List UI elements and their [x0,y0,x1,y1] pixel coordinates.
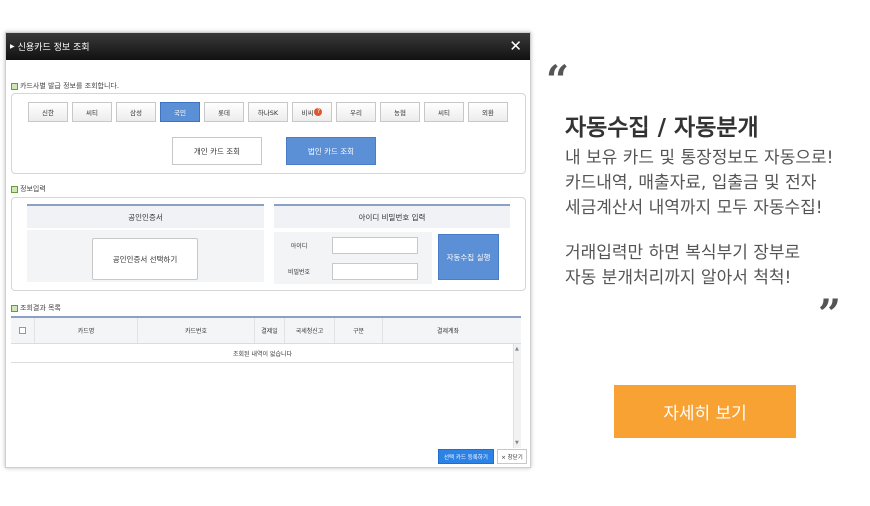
scroll-down-icon[interactable]: ▼ [515,440,519,446]
corporate-card-button[interactable]: 법인 카드 조회 [286,137,376,165]
card-info-dialog: ▶ 신용카드 정보 조회 ✕ 카드사별 발급 정보를 조회합니다. 신한 씨티 삼성… [5,32,531,468]
bank-button[interactable]: 롯데 [204,102,244,122]
section-info-label: 정보입력 [11,184,46,194]
bank-button-row: 신한 씨티 삼성 국민 롯데 하나SK 비씨? 우리 농협 씨티 외환 [28,102,508,122]
bank-button[interactable]: 신한 [28,102,68,122]
bank-button[interactable]: 비씨? [292,102,332,122]
promo-paragraph-2: 거래입력만 하면 복식부기 장부로 자동 분개처리까지 알아서 척척! [565,241,800,291]
section-icon [11,82,18,90]
auto-collect-run-button[interactable]: 자동수집 실행 [438,234,499,280]
bank-label: 신한 [42,109,54,117]
dialog-title: 신용카드 정보 조회 [17,43,90,53]
bank-label: 롯데 [218,109,230,117]
results-scrollbar[interactable]: ▲ ▼ [513,344,521,448]
bank-label: 하나SK [257,109,279,117]
promo-headline: 자동수집 / 자동분개 [565,115,759,141]
bank-button[interactable]: 농협 [380,102,420,122]
pw-row: 비밀번호 [274,258,432,284]
bank-button[interactable]: 삼성 [116,102,156,122]
bank-label: 비씨 [301,109,314,117]
cert-header: 공인인증서 [27,204,264,228]
col-pay-date: 결제일 [255,318,285,343]
pw-label: 비밀번호 [287,268,311,276]
bank-label: 외환 [482,109,494,117]
info-panel: 공인인증서 공인인증서 선택하기 아이디 비밀번호 입력 아이디 비밀번호 자동… [11,197,526,291]
id-label: 아이디 [290,242,308,250]
bank-label: 씨티 [86,109,98,117]
promo-line: 카드내역, 매출자료, 입출금 및 전자 [565,173,817,193]
open-quote-icon: “ [546,57,570,104]
section-icon [11,304,18,312]
promo-line: 내 보유 카드 및 통장정보도 자동으로! [565,148,834,168]
bank-button[interactable]: 외환 [468,102,508,122]
section-bank-text: 카드사별 발급 정보를 조회합니다. [20,82,120,90]
close-quote-icon: ” [818,291,842,338]
section-results-label: 조회결과 목록 [11,303,61,313]
dialog-titlebar: ▶ 신용카드 정보 조회 ✕ [6,33,530,60]
col-tax-report: 국세청신고 [285,318,335,343]
bank-button[interactable]: 국민 [160,102,200,122]
scroll-up-icon[interactable]: ▲ [515,346,519,352]
section-results-text: 조회결과 목록 [20,304,61,312]
promo-paragraph-1: 내 보유 카드 및 통장정보도 자동으로! 카드내역, 매출자료, 입출금 및 … [565,146,833,221]
bank-label: 씨티 [438,109,450,117]
bank-label: 우리 [350,109,362,117]
empty-message: 조회된 내역이 없습니다 [11,344,514,363]
bank-button[interactable]: 하나SK [248,102,288,122]
section-bank-label: 카드사별 발급 정보를 조회합니다. [11,81,119,91]
select-all-cell [11,318,35,343]
id-row: 아이디 [274,232,432,258]
bank-label: 국민 [174,109,186,117]
section-info-text: 정보입력 [20,185,46,193]
cert-select-button[interactable]: 공인인증서 선택하기 [92,238,198,280]
section-icon [11,185,18,193]
view-details-button[interactable]: 자세히 보기 [614,385,796,438]
promo-line: 자동 분개처리까지 알아서 척척! [565,268,792,288]
register-selected-card-button[interactable]: 선택 카드 등록하기 [438,449,494,464]
bank-button[interactable]: 씨티 [424,102,464,122]
col-card-name: 카드명 [35,318,138,343]
bank-label: 삼성 [130,109,142,117]
bank-button[interactable]: 우리 [336,102,376,122]
col-type: 구분 [335,318,383,343]
idpw-header: 아이디 비밀번호 입력 [274,204,510,228]
help-icon[interactable]: ? [314,108,323,116]
pw-input[interactable] [332,262,418,280]
bank-label: 농협 [394,109,406,117]
close-window-button[interactable]: × 창닫기 [497,449,527,464]
title-arrow-icon: ▶ [10,43,15,50]
id-input[interactable] [332,236,418,254]
bank-panel: 신한 씨티 삼성 국민 롯데 하나SK 비씨? 우리 농협 씨티 외환 개인 카드 조회 법인 카드… [11,93,526,174]
col-card-number: 카드번호 [138,318,255,343]
select-all-checkbox[interactable] [19,327,26,334]
promo-line: 거래입력만 하면 복식부기 장부로 [565,243,801,263]
results-header-row: 카드명 카드번호 결제일 국세청신고 구분 결제계좌 [11,318,521,344]
close-icon[interactable]: ✕ [509,37,522,55]
bank-button[interactable]: 씨티 [72,102,112,122]
results-table: 카드명 카드번호 결제일 국세청신고 구분 결제계좌 조회된 내역이 없습니다 … [11,316,521,448]
col-pay-account: 결제계좌 [436,328,460,335]
personal-card-button[interactable]: 개인 카드 조회 [172,137,262,165]
promo-line: 세금계산서 내역까지 모두 자동수집! [565,198,823,218]
